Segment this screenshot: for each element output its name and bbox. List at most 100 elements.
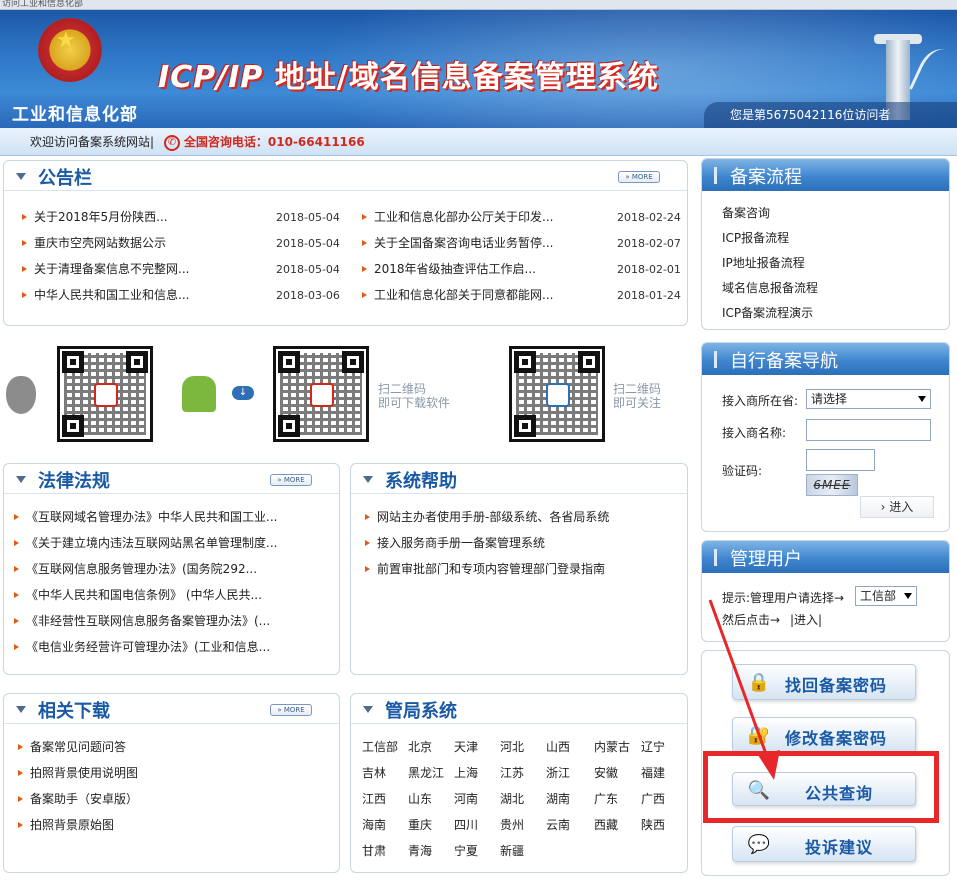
collapse-triangle-icon — [16, 476, 26, 483]
list-item[interactable]: 网站主办者使用手册-部级系统、各省局系统 — [363, 504, 683, 530]
bureau-link[interactable]: 四川 — [454, 816, 478, 833]
bureau-link[interactable]: 内蒙古 — [594, 738, 630, 755]
browser-tab-title[interactable]: 访问工业和信息化部 — [2, 0, 83, 9]
list-item[interactable]: 《电信业务经营许可管理办法》(工业和信息... — [12, 634, 332, 660]
province-select[interactable]: 请选择 — [806, 389, 931, 409]
bureau-link[interactable]: 江苏 — [500, 764, 524, 781]
list-item[interactable]: 《互联网信息服务管理办法》(国务院292... — [12, 556, 332, 582]
phone-icon: ✆ — [163, 134, 180, 151]
list-item[interactable]: 备案常见问题问答 — [16, 734, 326, 760]
bureau-link[interactable]: 贵州 — [500, 816, 524, 833]
list-item[interactable]: 2018年省级抽查评估工作启... — [360, 256, 610, 282]
chat-bubble-icon: 💬 — [747, 834, 771, 855]
list-item[interactable]: 《互联网域名管理办法》中华人民共和国工业... — [12, 504, 332, 530]
notice-date: 2018-02-01 — [617, 263, 681, 276]
wechat-qr-code — [509, 346, 605, 442]
help-list: 网站主办者使用手册-部级系统、各省局系统 接入服务商手册一备案管理系统 前置审批… — [363, 504, 683, 582]
bureau-link[interactable]: 西藏 — [594, 816, 618, 833]
captcha-input[interactable] — [806, 449, 875, 471]
bureau-link[interactable]: 天津 — [454, 738, 478, 755]
flow-item-ip[interactable]: IP地址报备流程 — [722, 251, 949, 276]
flow-item-consult[interactable]: 备案咨询 — [722, 201, 949, 226]
flow-item-icp[interactable]: ICP报备流程 — [722, 226, 949, 251]
visitor-counter: 您是第5675042116位访问者 — [704, 102, 957, 128]
list-item[interactable]: 《关于建立境内违法互联网站黑名单管理制度... — [12, 530, 332, 556]
list-item[interactable]: 关于清理备案信息不完整网... — [20, 256, 270, 282]
flow-panel: 备案流程 备案咨询 ICP报备流程 IP地址报备流程 域名信息报备流程 ICP备… — [701, 158, 950, 330]
list-item[interactable]: 工业和信息化部关于同意都能网... — [360, 282, 610, 308]
provider-name-input[interactable] — [806, 419, 931, 441]
android-icon[interactable] — [182, 376, 216, 412]
flow-list: 备案咨询 ICP报备流程 IP地址报备流程 域名信息报备流程 ICP备案流程演示 — [702, 191, 949, 326]
admin-select[interactable]: 工信部 — [855, 586, 917, 606]
bureau-link[interactable]: 青海 — [408, 842, 432, 859]
bureau-link[interactable]: 吉林 — [362, 764, 386, 781]
admin-enter-link[interactable]: |进入| — [790, 611, 822, 628]
bureau-link[interactable]: 安徽 — [594, 764, 618, 781]
list-item[interactable]: 关于全国备案咨询电话业务暂停... — [360, 230, 610, 256]
list-item[interactable]: 备案助手（安卓版） — [16, 786, 326, 812]
list-item[interactable]: 重庆市空壳网站数据公示 — [20, 230, 270, 256]
notice-list-left: 关于2018年5月份陕西... 重庆市空壳网站数据公示 关于清理备案信息不完整网… — [20, 204, 270, 308]
list-item[interactable]: 前置审批部门和专项内容管理部门登录指南 — [363, 556, 683, 582]
flow-item-demo[interactable]: ICP备案流程演示 — [722, 301, 949, 326]
bureau-link[interactable]: 浙江 — [546, 764, 570, 781]
admin-title: 管理用户 — [730, 549, 802, 570]
self-filing-enter-button[interactable]: › 进入 — [860, 496, 934, 518]
captcha-image[interactable]: 6MEE — [806, 474, 858, 496]
bureau-link[interactable]: 黑龙江 — [408, 764, 444, 781]
bureau-link[interactable]: 河南 — [454, 790, 478, 807]
collapse-triangle-icon — [16, 173, 26, 180]
site-banner: ★ 工业和信息化部 ICP/IP 地址/域名信息备案管理系统 您是第567504… — [0, 10, 957, 128]
list-item[interactable]: 拍照背景使用说明图 — [16, 760, 326, 786]
bureau-link[interactable]: 湖北 — [500, 790, 524, 807]
bureau-link[interactable]: 湖南 — [546, 790, 570, 807]
bureau-link[interactable]: 云南 — [546, 816, 570, 833]
bureau-link[interactable]: 新疆 — [500, 842, 524, 859]
collapse-triangle-icon — [363, 476, 373, 483]
notice-date: 2018-05-04 — [276, 263, 340, 276]
bureau-link[interactable]: 重庆 — [408, 816, 432, 833]
national-emblem-icon: ★ — [38, 18, 102, 82]
list-item[interactable]: 《非经营性互联网信息服务备案管理办法》(... — [12, 608, 332, 634]
bureau-link[interactable]: 广西 — [641, 790, 665, 807]
download-cloud-icon[interactable]: ↓ — [232, 386, 254, 400]
bureau-link[interactable]: 河北 — [500, 738, 524, 755]
law-title: 法律法规 — [38, 471, 110, 492]
self-filing-title: 自行备案导航 — [730, 351, 838, 372]
bureau-link[interactable]: 福建 — [641, 764, 665, 781]
notice-title: 公告栏 — [38, 168, 92, 189]
bureau-link[interactable]: 江西 — [362, 790, 386, 807]
list-item[interactable]: 拍照背景原始图 — [16, 812, 326, 838]
bureau-link[interactable]: 宁夏 — [454, 842, 478, 859]
flow-title: 备案流程 — [730, 167, 802, 188]
downloads-more-button[interactable]: » MORE — [270, 704, 312, 716]
bureau-link[interactable]: 甘肃 — [362, 842, 386, 859]
list-item[interactable]: 《中华人民共和国电信条例》 (中华人民共... — [12, 582, 332, 608]
bureau-link[interactable]: 陕西 — [641, 816, 665, 833]
follow-qr-caption: 扫二维码 即可关注 — [613, 382, 662, 410]
bureau-link[interactable]: 上海 — [454, 764, 478, 781]
apple-icon[interactable] — [6, 376, 36, 414]
browser-tab-strip: 访问工业和信息化部 — [0, 0, 957, 10]
bureau-link[interactable]: 辽宁 — [641, 738, 665, 755]
list-item[interactable]: 中华人民共和国工业和信息... — [20, 282, 270, 308]
notice-more-button[interactable]: » MORE — [618, 171, 660, 183]
law-panel: 法律法规 » MORE 《互联网域名管理办法》中华人民共和国工业... 《关于建… — [3, 463, 340, 675]
bureau-link[interactable]: 工信部 — [362, 738, 398, 755]
flow-item-domain[interactable]: 域名信息报备流程 — [722, 276, 949, 301]
bureau-link[interactable]: 北京 — [408, 738, 432, 755]
bureau-link[interactable]: 海南 — [362, 816, 386, 833]
list-item[interactable]: 工业和信息化部办公厅关于印发... — [360, 204, 610, 230]
bureau-link[interactable]: 山西 — [546, 738, 570, 755]
ministry-name: 工业和信息化部 — [12, 105, 138, 125]
list-item[interactable]: 关于2018年5月份陕西... — [20, 204, 270, 230]
notice-date: 2018-02-07 — [617, 237, 681, 250]
bureau-link[interactable]: 广东 — [594, 790, 618, 807]
help-panel: 系统帮助 网站主办者使用手册-部级系统、各省局系统 接入服务商手册一备案管理系统… — [350, 463, 688, 675]
complaint-button[interactable]: 💬 投诉建议 — [732, 826, 916, 862]
province-label: 接入商所在省: — [722, 394, 799, 408]
bureau-link[interactable]: 山东 — [408, 790, 432, 807]
list-item[interactable]: 接入服务商手册一备案管理系统 — [363, 530, 683, 556]
law-more-button[interactable]: » MORE — [270, 474, 312, 486]
